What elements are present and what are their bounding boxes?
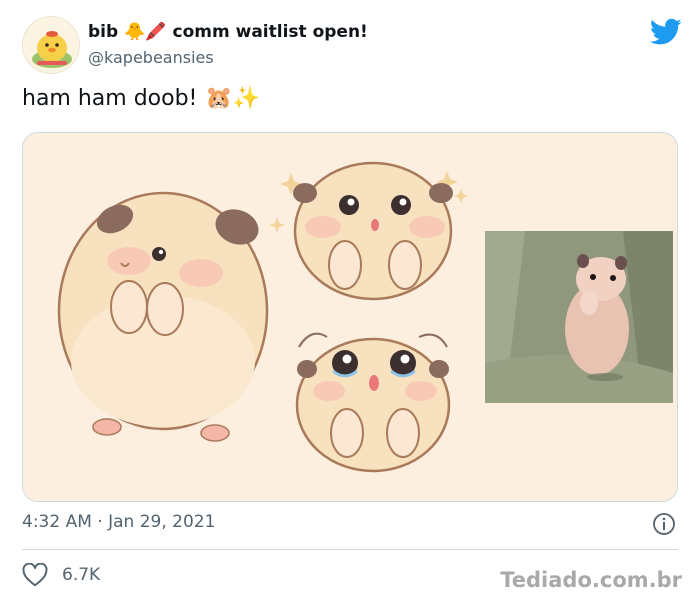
like-action[interactable]: 6.7K xyxy=(22,563,100,587)
tweet-header: bib 🐥🖍️ comm waitlist open! @kapebeansie… xyxy=(22,14,682,76)
display-name-emojis: 🐥🖍️ xyxy=(124,22,167,42)
tweet-media[interactable] xyxy=(22,132,678,502)
hamster-photo-icon xyxy=(485,231,673,403)
heart-icon[interactable] xyxy=(22,563,48,587)
info-icon[interactable] xyxy=(652,512,676,536)
user-handle[interactable]: @kapebeansies xyxy=(88,48,214,67)
display-name[interactable]: bib xyxy=(88,22,118,42)
like-count: 6.7K xyxy=(62,565,101,585)
tweet-timestamp[interactable]: 4:32 AM · Jan 29, 2021 xyxy=(22,512,215,532)
duck-avatar-icon xyxy=(23,17,79,73)
tweet-text: ham ham doob! 🐹✨ xyxy=(22,86,260,111)
display-name-suffix[interactable]: comm waitlist open! xyxy=(173,22,368,42)
hamster-face-top xyxy=(293,161,453,301)
tweet-card: bib 🐥🖍️ comm waitlist open! @kapebeansie… xyxy=(0,0,700,603)
avatar[interactable] xyxy=(22,16,80,74)
twitter-bird-icon[interactable] xyxy=(650,18,682,46)
watermark: Tediado.com.br xyxy=(500,568,682,592)
display-name-row[interactable]: bib 🐥🖍️ comm waitlist open! xyxy=(88,22,368,42)
tweet-emojis: 🐹✨ xyxy=(205,86,261,111)
tweet-body: ham ham doob! xyxy=(22,86,198,111)
divider xyxy=(22,549,678,550)
